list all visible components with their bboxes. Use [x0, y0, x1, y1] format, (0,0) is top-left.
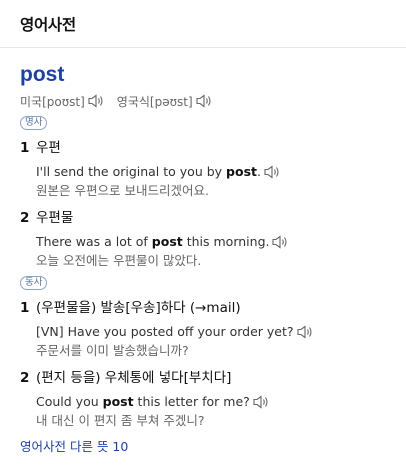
example-translation: 주문서를 이미 발송했습니까? — [36, 343, 189, 358]
example: [VN] Have you posted off your order yet?… — [20, 322, 386, 360]
section-title: 영어사전 — [20, 16, 76, 34]
example: I'll send the original to you by post. 원… — [20, 162, 386, 200]
sense-item: 1 우편 I'll send the original to you by po… — [20, 138, 386, 200]
pronunciation-row: 미국[poʊst] 영국식[pəʊst] — [20, 92, 386, 110]
speaker-icon[interactable] — [272, 234, 289, 249]
example-translation: 내 대신 이 편지 좀 부쳐 주겠니? — [36, 413, 205, 428]
speaker-icon[interactable] — [296, 324, 314, 339]
speaker-icon[interactable] — [264, 164, 281, 179]
pos-badge-verb: 동사 — [20, 276, 48, 290]
example: There was a lot of post this morning. 오늘… — [20, 232, 386, 270]
sense-number: 2 — [20, 210, 30, 226]
example-keyword: post — [151, 234, 183, 249]
example-translation: 원본은 우편으로 보내드리겠어요. — [36, 183, 209, 198]
speaker-icon[interactable] — [196, 94, 213, 108]
sense-label: (편지 등을) 우체통에 넣다[부치다] — [36, 370, 232, 386]
pronunciation-uk-text: 영국식[pəʊst] — [116, 94, 193, 109]
pronunciation-uk: 영국식[pəʊst] — [117, 93, 213, 110]
example-translation: 오늘 오전에는 우편물이 많았다. — [36, 253, 202, 268]
sense-number: 1 — [20, 140, 30, 156]
pos-badge-noun: 명사 — [20, 116, 48, 130]
example-text: [VN] Have you posted off your order yet? — [36, 324, 294, 339]
sense-number: 1 — [20, 300, 30, 316]
pronunciation-us-text: 미국[poʊst] — [20, 94, 85, 109]
sense-item: 2 (편지 등을) 우체통에 넣다[부치다] Could you post th… — [20, 368, 386, 430]
sense-label: (우편물을) 발송[우송]하다 (→mail) — [36, 300, 241, 316]
sense-item: 1 (우편물을) 발송[우송]하다 (→mail) [VN] Have you … — [20, 298, 386, 360]
sense-item: 2 우편물 There was a lot of post this morni… — [20, 208, 386, 270]
example-en: Could you post this letter for me? — [36, 392, 386, 411]
dictionary-entry: post 미국[poʊst] 영국식[pəʊst] 명사 1 우편 I'll s… — [0, 48, 406, 455]
example-text: Could you — [36, 394, 103, 409]
speaker-icon[interactable] — [253, 394, 270, 409]
sense-number: 2 — [20, 370, 30, 386]
example-en: I'll send the original to you by post. — [36, 162, 386, 181]
example-text: . — [256, 164, 261, 179]
example-text: this morning. — [182, 234, 270, 249]
example-text: I'll send the original to you by — [36, 164, 227, 179]
speaker-icon[interactable] — [88, 94, 105, 108]
header: 영어사전 — [0, 0, 406, 48]
example-en: [VN] Have you posted off your order yet? — [36, 322, 386, 341]
example-keyword: post — [102, 394, 134, 409]
example-en: There was a lot of post this morning. — [36, 232, 386, 251]
example-text: There was a lot of — [36, 234, 152, 249]
pronunciation-us: 미국[poʊst] — [20, 93, 105, 110]
sense-label: 우편 — [36, 140, 61, 156]
example-text: this letter for me? — [133, 394, 250, 409]
headword[interactable]: post — [20, 62, 386, 88]
example: Could you post this letter for me? 내 대신 … — [20, 392, 386, 430]
sense-label: 우편물 — [36, 210, 74, 226]
more-meanings-link[interactable]: 영어사전 다른 뜻 10 — [20, 436, 386, 455]
example-keyword: post — [226, 164, 257, 179]
